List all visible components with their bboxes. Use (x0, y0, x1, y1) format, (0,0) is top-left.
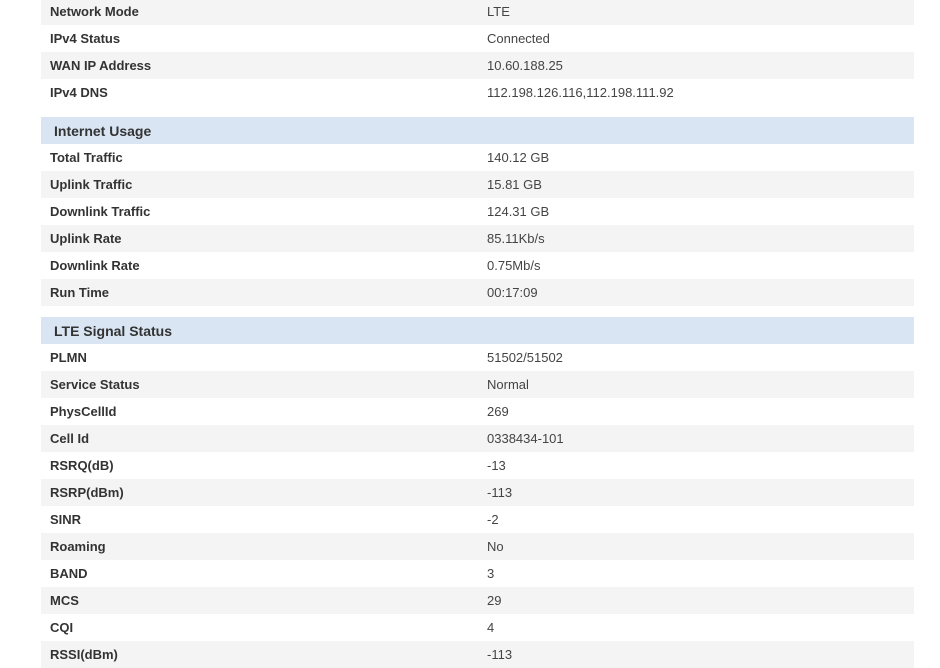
cell-id-row: Cell Id 0338434-101 (41, 425, 914, 452)
cqi-row: CQI 4 (41, 614, 914, 641)
cqi-value: 4 (487, 620, 495, 635)
service-status-value: Normal (487, 377, 529, 392)
roaming-row: Roaming No (41, 533, 914, 560)
cell-id-label: Cell Id (50, 431, 90, 446)
ipv4-status-row: IPv4 Status Connected (41, 25, 914, 52)
total-traffic-value: 140.12 GB (487, 150, 550, 165)
rsrp-label: RSRP(dBm) (50, 485, 124, 500)
band-row: BAND 3 (41, 560, 914, 587)
sinr-row: SINR -2 (41, 506, 914, 533)
mcs-row: MCS 29 (41, 587, 914, 614)
rsrp-value: -113 (487, 485, 513, 500)
mcs-label: MCS (50, 593, 79, 608)
lte-signal-section: LTE Signal Status PLMN 51502/51502 Servi… (41, 317, 914, 668)
uplink-rate-value: 85.11Kb/s (487, 231, 545, 246)
internet-usage-header: Internet Usage (41, 117, 914, 144)
phys-cell-id-row: PhysCellId 269 (41, 398, 914, 425)
lte-signal-header: LTE Signal Status (41, 317, 914, 344)
band-value: 3 (487, 566, 495, 581)
uplink-traffic-row: Uplink Traffic 15.81 GB (41, 171, 914, 198)
ipv4-dns-label: IPv4 DNS (50, 85, 108, 100)
rsrq-row: RSRQ(dB) -13 (41, 452, 914, 479)
phys-cell-id-label: PhysCellId (50, 404, 117, 419)
uplink-rate-row: Uplink Rate 85.11Kb/s (41, 225, 914, 252)
uplink-traffic-value: 15.81 GB (487, 177, 542, 192)
plmn-value: 51502/51502 (487, 350, 563, 365)
downlink-traffic-row: Downlink Traffic 124.31 GB (41, 198, 914, 225)
plmn-label: PLMN (50, 350, 87, 365)
rssi-value: -113 (487, 647, 513, 662)
ipv4-dns-value: 112.198.126.116,112.198.111.92 (487, 85, 674, 100)
wan-ip-row: WAN IP Address 10.60.188.25 (41, 52, 914, 79)
total-traffic-label: Total Traffic (50, 150, 123, 165)
run-time-row: Run Time 00:17:09 (41, 279, 914, 306)
network-section: Network Mode LTE IPv4 Status Connected W… (41, 0, 914, 106)
wan-ip-value: 10.60.188.25 (487, 58, 563, 73)
downlink-rate-row: Downlink Rate 0.75Mb/s (41, 252, 914, 279)
downlink-rate-label: Downlink Rate (50, 258, 140, 273)
roaming-label: Roaming (50, 539, 106, 554)
band-label: BAND (50, 566, 88, 581)
rsrq-label: RSRQ(dB) (50, 458, 114, 473)
downlink-rate-value: 0.75Mb/s (487, 258, 541, 273)
network-mode-value: LTE (487, 4, 510, 19)
rssi-label: RSSI(dBm) (50, 647, 118, 662)
service-status-label: Service Status (50, 377, 140, 392)
plmn-row: PLMN 51502/51502 (41, 344, 914, 371)
run-time-value: 00:17:09 (487, 285, 538, 300)
total-traffic-row: Total Traffic 140.12 GB (41, 144, 914, 171)
uplink-rate-label: Uplink Rate (50, 231, 122, 246)
cell-id-value: 0338434-101 (487, 431, 564, 446)
phys-cell-id-value: 269 (487, 404, 509, 419)
service-status-row: Service Status Normal (41, 371, 914, 398)
wan-ip-label: WAN IP Address (50, 58, 152, 73)
ipv4-status-label: IPv4 Status (50, 31, 121, 46)
status-panel: Network Mode LTE IPv4 Status Connected W… (41, 0, 914, 668)
rsrq-value: -13 (487, 458, 506, 473)
sinr-label: SINR (50, 512, 82, 527)
internet-usage-section: Internet Usage Total Traffic 140.12 GB U… (41, 117, 914, 306)
sinr-value: -2 (487, 512, 499, 527)
ipv4-dns-row: IPv4 DNS 112.198.126.116,112.198.111.92 (41, 79, 914, 106)
cqi-label: CQI (50, 620, 74, 635)
downlink-traffic-label: Downlink Traffic (50, 204, 151, 219)
mcs-value: 29 (487, 593, 502, 608)
uplink-traffic-label: Uplink Traffic (50, 177, 133, 192)
downlink-traffic-value: 124.31 GB (487, 204, 550, 219)
rsrp-row: RSRP(dBm) -113 (41, 479, 914, 506)
run-time-label: Run Time (50, 285, 109, 300)
roaming-value: No (487, 539, 504, 554)
network-mode-label: Network Mode (50, 4, 139, 19)
ipv4-status-value: Connected (487, 31, 550, 46)
network-mode-row: Network Mode LTE (41, 0, 914, 25)
